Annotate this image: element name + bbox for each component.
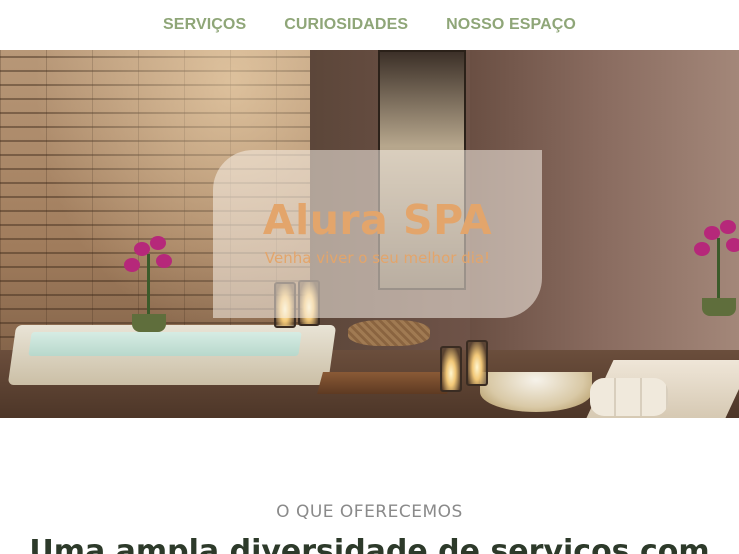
hero-subtitle: Venha viver o seu melhor dia!	[264, 249, 491, 267]
hero-photo-bench	[317, 372, 453, 394]
nav-link-curiosidades[interactable]: CURIOSIDADES	[284, 16, 408, 34]
hero-title: Alura SPA	[262, 196, 493, 244]
section-eyebrow: O QUE OFERECEMOS	[276, 502, 463, 522]
top-nav: SERVIÇOS CURIOSIDADES NOSSO ESPAÇO	[0, 0, 739, 50]
hero-photo-basket	[348, 320, 430, 346]
hero-photo-orchid	[120, 236, 178, 332]
hero-photo-towels	[590, 378, 668, 416]
hero-photo-lantern	[466, 340, 488, 386]
hero-photo-bowl	[480, 372, 592, 412]
hero-photo-orchid	[690, 220, 739, 316]
nav-link-servicos[interactable]: SERVIÇOS	[163, 16, 246, 34]
hero-photo-bathtub-water	[28, 332, 302, 356]
hero-photo-lantern	[440, 346, 462, 392]
nav-link-nosso-espaco[interactable]: NOSSO ESPAÇO	[446, 16, 576, 34]
section-title: Uma ampla diversidade de serviços com	[29, 534, 710, 554]
